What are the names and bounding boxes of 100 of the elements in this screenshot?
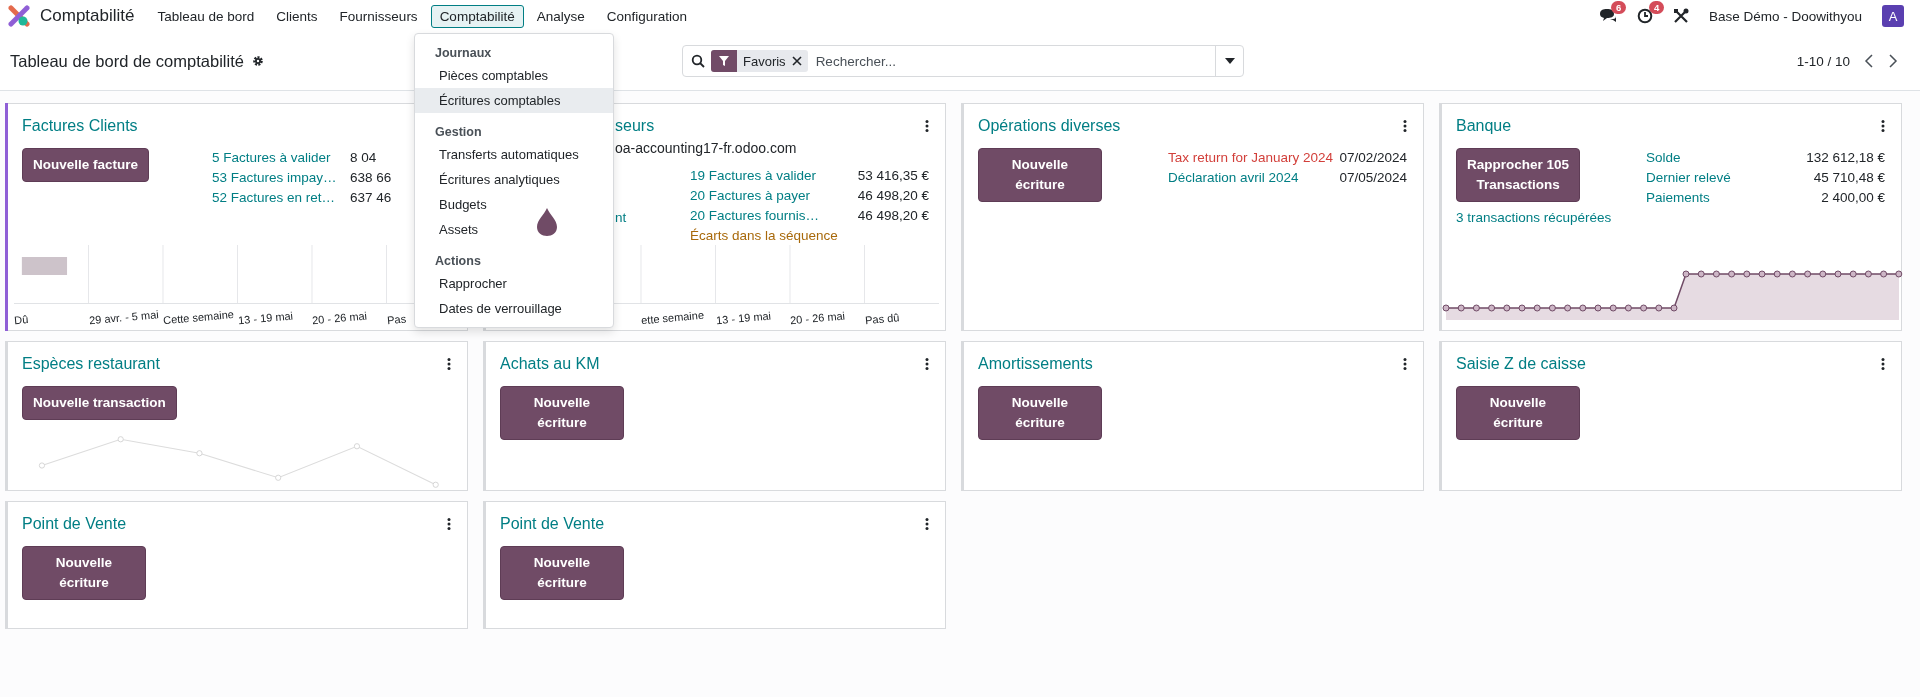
more-options-icon[interactable] — [925, 518, 929, 530]
summary-link[interactable]: Paiements — [1646, 188, 1822, 207]
dropdown-item[interactable]: Pièces comptables — [415, 63, 613, 88]
action-button[interactable]: Nouvelle écriture — [978, 386, 1102, 440]
menu-item[interactable]: Clients — [267, 4, 327, 28]
card-title[interactable]: Achats au KM — [500, 355, 600, 373]
summary-link[interactable]: Tax return for January 2024 — [1168, 148, 1340, 167]
chart-point — [1472, 304, 1480, 312]
card-title[interactable]: Saisie Z de caisse — [1456, 355, 1586, 373]
more-options-icon[interactable] — [447, 358, 451, 370]
summary-link[interactable]: 20 Factures fournis… — [690, 206, 858, 225]
dropdown-item[interactable]: Budgets — [415, 192, 613, 217]
chart-point — [1788, 270, 1796, 278]
menu-item[interactable]: Configuration — [597, 4, 696, 28]
amount: 45 710,48 € — [1813, 169, 1885, 187]
more-options-icon[interactable] — [1881, 120, 1885, 132]
chart-point — [1579, 304, 1587, 312]
app-name[interactable]: Comptabilité — [40, 6, 135, 26]
chart-point — [1640, 304, 1648, 312]
summary-link[interactable]: Dernier relevé — [1646, 168, 1814, 187]
pager-value[interactable]: 1-10 / 10 — [1796, 53, 1850, 69]
chart-point — [1804, 270, 1812, 278]
menu-item[interactable]: Tableau de bord — [148, 4, 264, 28]
close-icon[interactable] — [791, 56, 802, 66]
card-title[interactable]: Espèces restaurant — [22, 355, 160, 373]
settings-icon[interactable] — [251, 55, 264, 67]
chat-icon[interactable] — [1598, 8, 1617, 24]
more-options-icon[interactable] — [1403, 358, 1407, 370]
clock-icon[interactable] — [1636, 8, 1653, 24]
summary-link[interactable]: 19 Factures à valider — [690, 166, 858, 185]
app-logo[interactable] — [8, 5, 30, 27]
page-title: Tableau de bord de comptabilité — [10, 51, 244, 71]
card-title[interactable]: Factures Clients — [22, 117, 138, 135]
summary-link[interactable]: 20 Factures à payer — [690, 186, 858, 205]
more-options-icon[interactable] — [447, 518, 451, 530]
axis-label: 29 avr. - 5 mai — [87, 307, 160, 329]
chart-point — [1849, 270, 1857, 278]
user-avatar[interactable]: A — [1882, 5, 1904, 27]
action-button[interactable]: Nouvelle écriture — [978, 148, 1102, 202]
summary-link[interactable]: Solde — [1646, 148, 1807, 167]
action-button[interactable]: Nouvelle transaction — [22, 386, 177, 420]
menu-item[interactable]: Comptabilité — [430, 4, 524, 28]
action-button[interactable]: Nouvelle écriture — [500, 386, 624, 440]
chart-point — [196, 450, 203, 457]
notification-badge: 4 — [1648, 1, 1665, 14]
filter-icon — [718, 55, 730, 67]
summary-link[interactable]: Écarts dans la séquence — [690, 226, 929, 245]
dropdown-item[interactable]: Dates de verrouillage — [415, 296, 613, 321]
droplet-icon — [536, 207, 558, 237]
next-icon[interactable] — [1888, 54, 1898, 68]
amount: 53 416,35 € — [857, 167, 929, 185]
card-title[interactable]: Banque — [1456, 117, 1512, 135]
menu-item[interactable]: Fournisseurs — [330, 4, 427, 28]
axis-label: ette semaine — [640, 307, 706, 329]
action-button[interactable]: Nouvelle écriture — [1456, 386, 1580, 440]
chart-point — [1655, 304, 1663, 312]
summary-link[interactable]: 53 Factures impay… — [212, 168, 350, 187]
card-title[interactable]: Amortissements — [978, 355, 1093, 373]
action-button[interactable]: Nouvelle écriture — [500, 546, 624, 600]
previous-icon[interactable] — [1864, 54, 1874, 68]
search-field[interactable]: Favoris Rechercher... — [682, 45, 1244, 77]
more-options-icon[interactable] — [1881, 358, 1885, 370]
search-icon — [691, 54, 705, 68]
amount: 637 46 — [350, 189, 392, 207]
tools-icon[interactable] — [1672, 8, 1689, 24]
summary-link[interactable]: Déclaration avril 2024 — [1168, 168, 1340, 187]
chart-point — [1728, 270, 1736, 278]
more-options-icon[interactable] — [925, 120, 929, 132]
notification-badge: 6 — [1610, 1, 1627, 14]
more-options-icon[interactable] — [1403, 120, 1407, 132]
action-button[interactable]: Rapprocher 105 Transactions — [1456, 148, 1581, 202]
dropdown-item[interactable]: Assets — [415, 217, 613, 242]
more-options-icon[interactable] — [925, 358, 929, 370]
card-title[interactable]: Opérations diverses — [978, 117, 1121, 135]
dropdown-item[interactable]: Écritures analytiques — [415, 167, 613, 192]
summary-link[interactable]: 5 Factures à valider — [212, 148, 350, 167]
transactions-link[interactable]: 3 transactions récupérées — [1456, 210, 1626, 225]
menu-item[interactable]: Analyse — [527, 4, 594, 28]
action-button[interactable]: Nouvelle écriture — [22, 546, 146, 600]
axis-label: Cette semaine — [162, 307, 236, 329]
action-button[interactable]: Nouvelle facture — [22, 148, 150, 182]
chart-point — [1442, 304, 1450, 312]
amount: 132 612,18 € — [1806, 149, 1885, 167]
axis-label: 20 - 26 mai — [789, 308, 847, 329]
card-title[interactable]: Point de Vente — [500, 515, 605, 533]
filter-facet[interactable]: Favoris — [711, 50, 808, 72]
caret-icon — [1224, 58, 1235, 64]
dropdown-item[interactable]: Rapprocher — [415, 271, 613, 296]
dropdown-item[interactable]: Transferts automatiques — [415, 142, 613, 167]
chart-point — [1533, 304, 1541, 312]
summary-link[interactable]: 52 Factures en ret… — [212, 188, 350, 207]
axis-label: 13 - 19 mai — [236, 308, 294, 329]
dropdown-item[interactable]: Écritures comptables — [415, 88, 613, 113]
chart-point — [1864, 270, 1872, 278]
chart-point — [1457, 304, 1465, 312]
company-name[interactable]: Base Démo - Doowithyou — [1708, 8, 1862, 24]
card-title[interactable]: Point de Vente — [22, 515, 127, 533]
axis-label: Dû — [13, 312, 30, 329]
chart-point — [1564, 304, 1572, 312]
amount: 07/05/2024 — [1339, 169, 1407, 187]
